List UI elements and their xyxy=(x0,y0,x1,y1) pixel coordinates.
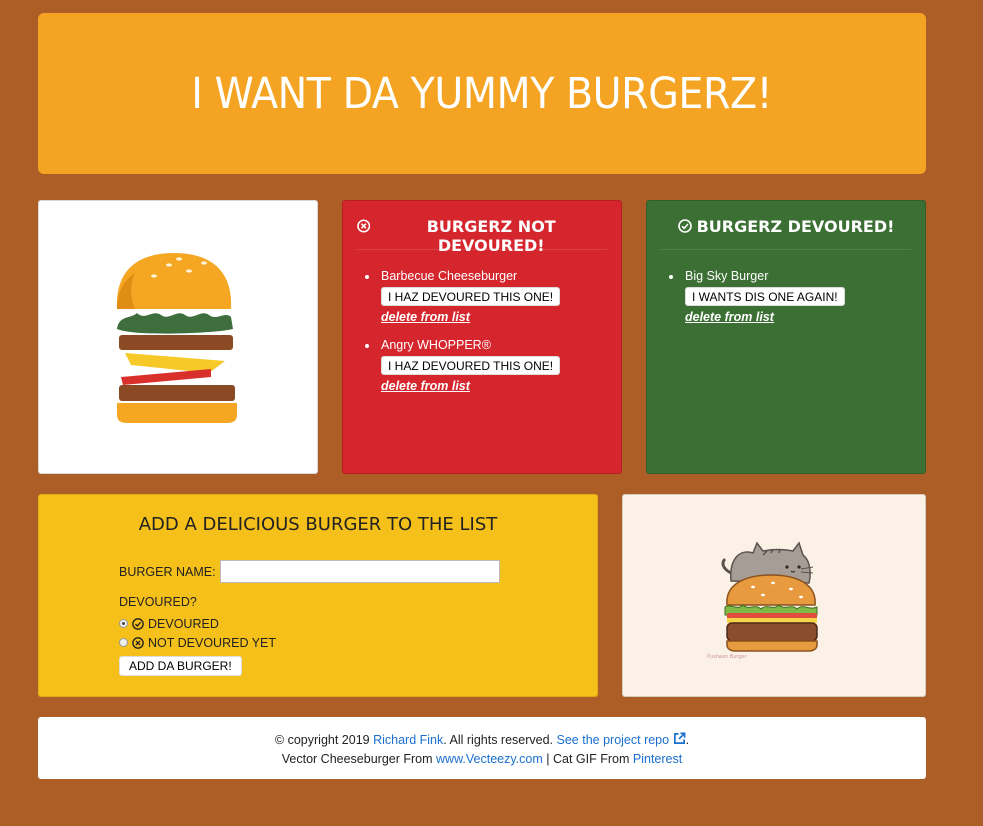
form-title: ADD A DELICIOUS BURGER TO THE LIST xyxy=(138,514,498,535)
circle-check-icon xyxy=(132,617,144,630)
add-burger-form: ADD A DELICIOUS BURGER TO THE LIST BURGE… xyxy=(38,494,598,697)
burger-name-row: BURGER NAME: xyxy=(119,560,500,583)
circle-x-icon xyxy=(357,219,371,233)
not-devoured-heading: BURGERZ NOT DEVOURED! xyxy=(357,201,607,255)
vector-credit-text: Vector Cheeseburger From xyxy=(281,752,433,766)
not-devoured-option-label: NOT DEVOURED YET xyxy=(148,635,277,650)
form-body: BURGER NAME: DEVOURED? DEVOURED NOT DEVO… xyxy=(119,560,500,676)
burger-illustration-card xyxy=(38,200,318,474)
repo-link-label: See the project repo xyxy=(556,733,670,747)
devoured-list: Big Sky Burger I WANTS DIS ONE AGAIN! de… xyxy=(647,269,925,324)
list-item: Barbecue Cheeseburger I HAZ DEVOURED THI… xyxy=(365,269,621,324)
footer: © copyright 2019 Richard Fink. All right… xyxy=(38,717,926,779)
devoured-panel: BURGERZ DEVOURED! Big Sky Burger I WANTS… xyxy=(646,200,926,474)
cat-gif-caption: Pusheen Burger xyxy=(707,654,748,660)
cat-gif-card: Pusheen Burger xyxy=(622,494,926,697)
delete-link[interactable]: delete from list xyxy=(381,310,621,324)
devour-button[interactable]: I HAZ DEVOURED THIS ONE! xyxy=(381,356,561,375)
rights-text: . All rights reserved. xyxy=(443,733,554,747)
burger-name: Big Sky Burger xyxy=(685,269,769,283)
devoured-title: BURGERZ DEVOURED! xyxy=(696,217,895,236)
not-devoured-list: Barbecue Cheeseburger I HAZ DEVOURED THI… xyxy=(343,269,621,393)
devoured-question-label: DEVOURED? xyxy=(119,595,197,609)
burger-name-label: BURGER NAME: xyxy=(119,564,216,579)
devour-button[interactable]: I HAZ DEVOURED THIS ONE! xyxy=(381,287,561,306)
repo-link[interactable]: See the project repo xyxy=(556,732,686,747)
list-item: Angry WHOPPER® I HAZ DEVOURED THIS ONE! … xyxy=(365,338,621,393)
period-text: . xyxy=(685,733,690,747)
not-devoured-radio[interactable] xyxy=(119,638,128,647)
burger-name: Angry WHOPPER® xyxy=(381,338,491,352)
delete-link[interactable]: delete from list xyxy=(381,379,621,393)
devoured-radio[interactable] xyxy=(119,619,128,628)
page-header: I WANT DA YUMMY BURGERZ! xyxy=(38,13,926,174)
vecteezy-link[interactable]: www.Vecteezy.com xyxy=(436,752,543,766)
copyright-text: © copyright 2019 xyxy=(274,733,370,747)
devoured-heading: BURGERZ DEVOURED! xyxy=(661,201,911,250)
not-devoured-title: BURGERZ NOT DEVOURED! xyxy=(426,217,556,255)
footer-line-2: Vector Cheeseburger From www.Vecteezy.co… xyxy=(38,750,926,769)
external-link-icon xyxy=(673,732,686,744)
pusheen-burger-illustration: Pusheen Burger xyxy=(707,541,818,660)
devoured-option-label: DEVOURED xyxy=(148,616,219,631)
cheeseburger-illustration xyxy=(116,253,237,423)
not-devoured-option: NOT DEVOURED YET xyxy=(119,635,500,650)
not-devoured-panel: BURGERZ NOT DEVOURED! Barbecue Cheesebur… xyxy=(342,200,622,474)
burger-name: Barbecue Cheeseburger xyxy=(381,269,518,283)
burger-name-input[interactable] xyxy=(219,560,500,583)
cat-credit-text: | Cat GIF From xyxy=(546,752,630,766)
list-item: Big Sky Burger I WANTS DIS ONE AGAIN! de… xyxy=(669,269,925,324)
circle-check-icon xyxy=(677,219,692,233)
footer-line-1: © copyright 2019 Richard Fink. All right… xyxy=(38,731,926,750)
pinterest-link[interactable]: Pinterest xyxy=(633,752,682,766)
author-link[interactable]: Richard Fink xyxy=(373,733,443,747)
devoured-option: DEVOURED xyxy=(119,616,500,631)
page-title: I WANT DA YUMMY BURGERZ! xyxy=(191,68,773,119)
circle-x-icon xyxy=(132,636,144,649)
undevour-button[interactable]: I WANTS DIS ONE AGAIN! xyxy=(685,287,845,306)
add-burger-button[interactable]: ADD DA BURGER! xyxy=(119,656,242,676)
delete-link[interactable]: delete from list xyxy=(685,310,925,324)
